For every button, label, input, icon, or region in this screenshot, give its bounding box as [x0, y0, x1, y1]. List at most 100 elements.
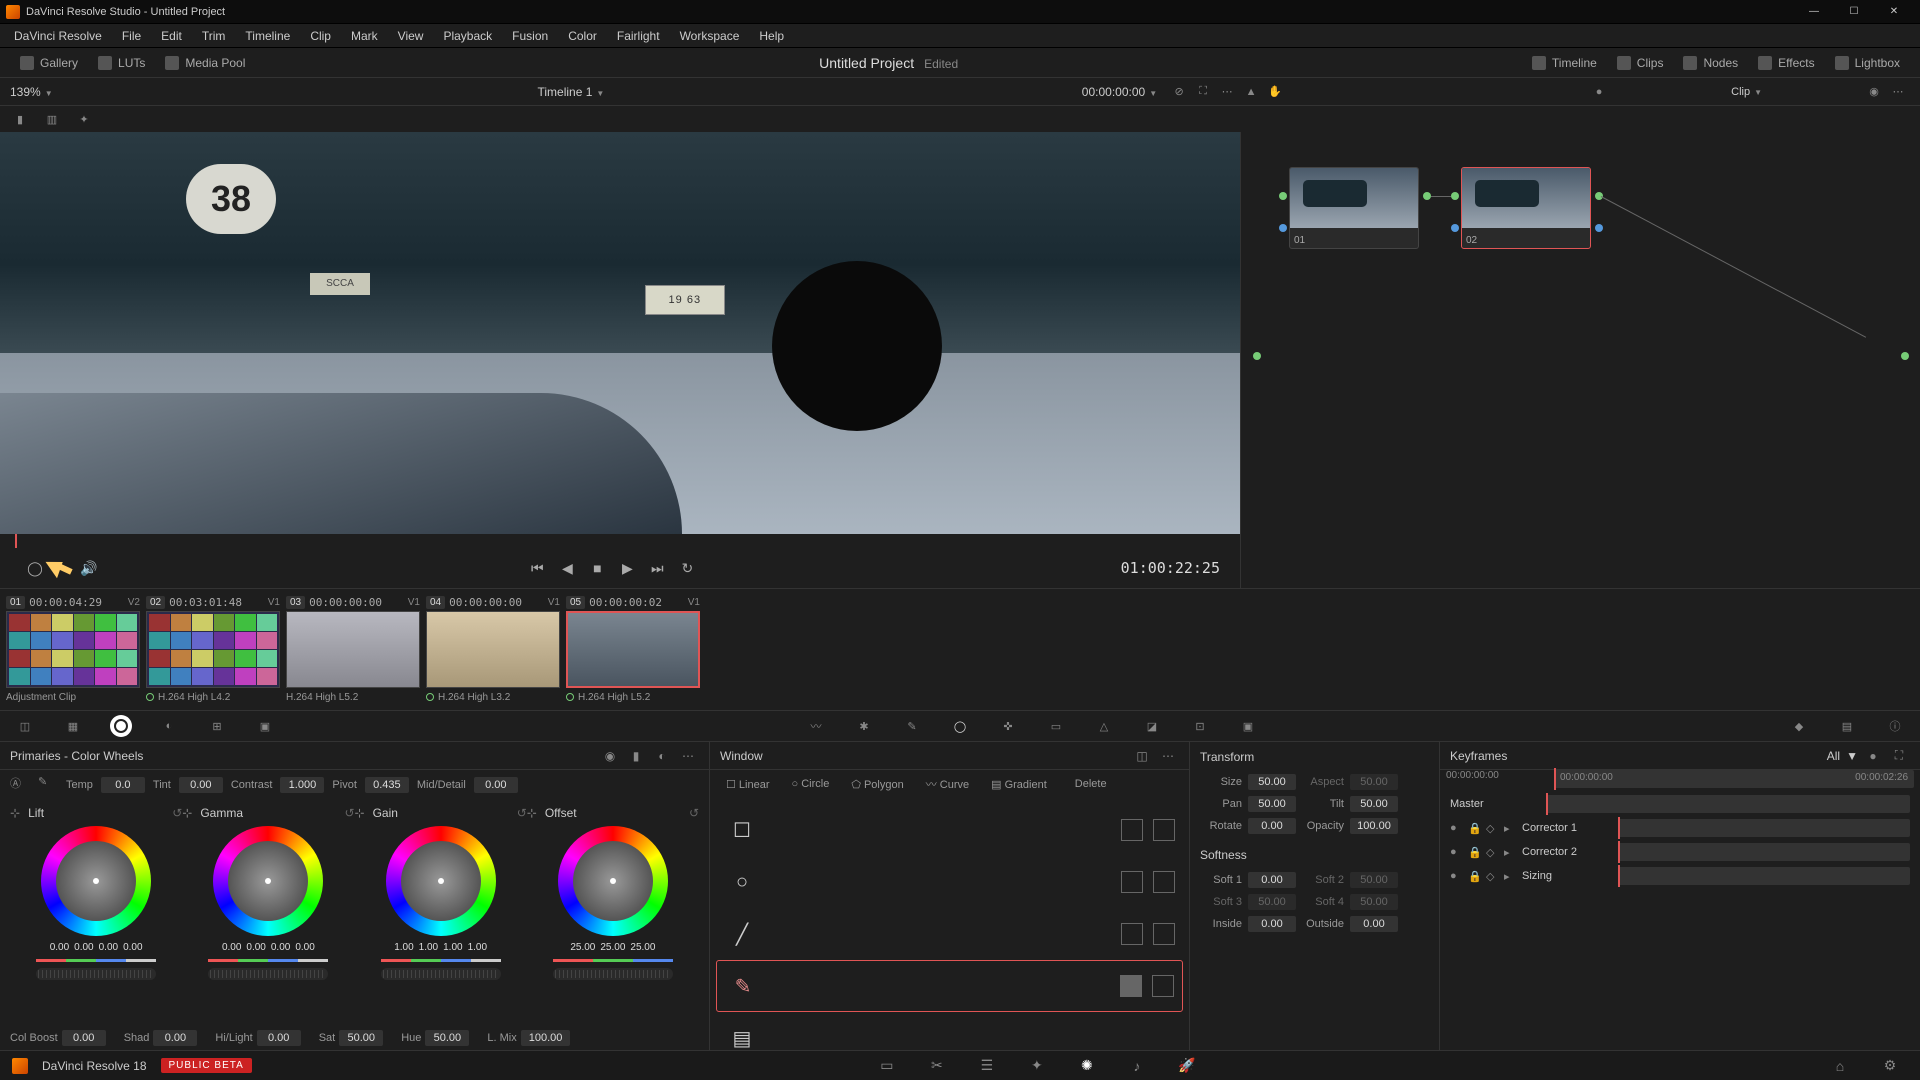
maximize-button[interactable]: ☐ — [1834, 0, 1874, 24]
circle-button[interactable]: ○ Circle — [784, 776, 838, 792]
settings-button[interactable]: ⚙ — [1872, 1054, 1908, 1078]
outside-value[interactable]: 0.00 — [1350, 916, 1398, 932]
inside-value[interactable]: 0.00 — [1248, 916, 1296, 932]
size-value[interactable]: 50.00 — [1248, 774, 1296, 790]
node-01[interactable]: 01 — [1289, 167, 1419, 249]
qualifier-icon[interactable]: ✎ — [901, 715, 923, 737]
polygon-button[interactable]: ⬠ Polygon — [843, 776, 911, 793]
kf-row-corrector-2[interactable]: ●🔒◇▸Corrector 2 — [1444, 840, 1916, 864]
shape-row-linear[interactable]: ☐ — [716, 804, 1183, 856]
menu-edit[interactable]: Edit — [151, 24, 192, 48]
kf-timeline-ruler[interactable]: 00:00:00:0000:00:02:26 — [1554, 770, 1914, 788]
mute-icon[interactable]: 🔊 — [74, 553, 104, 583]
kf-marker[interactable] — [1618, 841, 1620, 863]
node-input-dot[interactable] — [1451, 192, 1459, 200]
pivot-value[interactable]: 0.435 — [365, 777, 409, 793]
tilt-value[interactable]: 50.00 — [1350, 796, 1398, 812]
kf-marker[interactable] — [1618, 865, 1620, 887]
kf-dot-icon[interactable]: ● — [1862, 745, 1884, 767]
node-alpha-dot[interactable] — [1279, 224, 1287, 232]
color-wheel[interactable] — [558, 826, 668, 936]
invert-toggle[interactable] — [1121, 923, 1143, 945]
kf-track[interactable] — [1618, 819, 1910, 837]
tint-value[interactable]: 0.00 — [179, 777, 223, 793]
lock-icon[interactable]: 🔒 — [1468, 822, 1480, 834]
step-back-button[interactable]: ◀ — [552, 553, 582, 583]
kf-track[interactable] — [1546, 795, 1910, 813]
info-icon[interactable]: ⓘ — [1884, 715, 1906, 737]
zoom-level[interactable]: 139%▼ — [10, 85, 70, 99]
gradient-button[interactable]: ▤ Gradient — [983, 776, 1055, 793]
kf-dot-icon[interactable]: ● — [1450, 870, 1462, 882]
loop-button[interactable]: ↻ — [672, 553, 702, 583]
lock-icon[interactable]: 🔒 — [1468, 870, 1480, 882]
invert-toggle[interactable] — [1121, 871, 1143, 893]
mask-toggle[interactable] — [1153, 819, 1175, 841]
more-icon[interactable]: ⋯ — [1886, 80, 1910, 104]
node-dot-icon[interactable]: ● — [1587, 80, 1611, 104]
scopes-icon[interactable]: ▤ — [1836, 715, 1858, 737]
wand-icon[interactable]: ✦ — [74, 109, 94, 129]
color-wheel[interactable] — [41, 826, 151, 936]
opacity-value[interactable]: 100.00 — [1350, 818, 1398, 834]
keyframes-all[interactable]: All — [1827, 749, 1840, 763]
wheel-values[interactable]: 0.000.000.000.00 — [222, 942, 315, 953]
menu-timeline[interactable]: Timeline — [235, 24, 300, 48]
reset-icon[interactable]: ↺ — [517, 806, 527, 820]
primaries-icon[interactable] — [110, 715, 132, 737]
menu-davinci[interactable]: DaVinci Resolve — [4, 24, 112, 48]
next-clip-button[interactable]: ⏭ — [642, 553, 672, 583]
mask-toggle[interactable] — [1153, 871, 1175, 893]
fusion-page-button[interactable]: ✦ — [1019, 1054, 1055, 1078]
wheel-values[interactable]: 1.001.001.001.00 — [394, 942, 487, 953]
mid-value[interactable]: 0.00 — [474, 777, 518, 793]
menu-fairlight[interactable]: Fairlight — [607, 24, 670, 48]
colboost-value[interactable]: 0.00 — [62, 1030, 106, 1046]
tracker-icon[interactable]: ✜ — [997, 715, 1019, 737]
clip-02[interactable]: 0200:03:01:48V1H.264 High L4.2 — [146, 593, 280, 706]
wheel-jog[interactable] — [208, 968, 328, 980]
aspect-value[interactable]: 50.00 — [1350, 774, 1398, 790]
camera-raw-icon[interactable]: ◫ — [14, 715, 36, 737]
wheel-values[interactable]: 25.0025.0025.00 — [570, 942, 655, 953]
kf-row-sizing[interactable]: ●🔒◇▸Sizing — [1444, 864, 1916, 888]
wheel-values[interactable]: 0.000.000.000.00 — [50, 942, 143, 953]
shape-row-circle[interactable]: ○ — [716, 856, 1183, 908]
menu-help[interactable]: Help — [749, 24, 794, 48]
reset-icon[interactable]: ↺ — [344, 806, 354, 820]
expand-icon[interactable]: ⛶ — [1191, 80, 1215, 104]
log-mode-icon[interactable]: ◐ — [651, 745, 673, 767]
picker-icon[interactable]: ⊹ — [355, 806, 365, 820]
wheel-handle[interactable] — [610, 878, 616, 884]
diamond-icon[interactable]: ◇ — [1486, 822, 1498, 834]
chevron-right-icon[interactable]: ▸ — [1504, 870, 1516, 882]
lmix-value[interactable]: 100.00 — [521, 1030, 571, 1046]
chevron-right-icon[interactable]: ▸ — [1504, 846, 1516, 858]
fairlight-page-button[interactable]: ♪ — [1119, 1054, 1155, 1078]
delete-button[interactable]: Delete — [1067, 776, 1115, 792]
mask-toggle[interactable] — [1152, 975, 1174, 997]
magic-mask-icon[interactable]: ▭ — [1045, 715, 1067, 737]
node-output-dot[interactable] — [1423, 192, 1431, 200]
3d-icon[interactable]: ▣ — [1237, 715, 1259, 737]
keyframe-icon[interactable]: ◆ — [1788, 715, 1810, 737]
kf-expand-icon[interactable]: ⛶ — [1888, 745, 1910, 767]
viewer-timecode[interactable]: 01:00:22:25 — [1121, 559, 1220, 577]
menu-mark[interactable]: Mark — [341, 24, 388, 48]
split-icon[interactable]: ▥ — [42, 109, 62, 129]
clip-03[interactable]: 0300:00:00:00V1H.264 High L5.2 — [286, 593, 420, 706]
invert-toggle[interactable] — [1121, 819, 1143, 841]
clip-01[interactable]: 0100:00:04:29V2Adjustment Clip — [6, 593, 140, 706]
picker-icon[interactable]: ⊹ — [10, 806, 20, 820]
lightbox-button[interactable]: Lightbox — [1825, 51, 1910, 75]
color-page-button[interactable]: ✺ — [1069, 1054, 1105, 1078]
home-button[interactable]: ⌂ — [1822, 1054, 1858, 1078]
shape-row-pen[interactable]: ✎ — [716, 960, 1183, 1012]
temp-value[interactable]: 0.0 — [101, 777, 145, 793]
mini-timeline[interactable] — [0, 534, 1240, 548]
soft4-value[interactable]: 50.00 — [1350, 894, 1398, 910]
hilight-value[interactable]: 0.00 — [257, 1030, 301, 1046]
pan-value[interactable]: 50.00 — [1248, 796, 1296, 812]
key-icon[interactable]: ◪ — [1141, 715, 1163, 737]
luts-button[interactable]: LUTs — [88, 51, 155, 75]
